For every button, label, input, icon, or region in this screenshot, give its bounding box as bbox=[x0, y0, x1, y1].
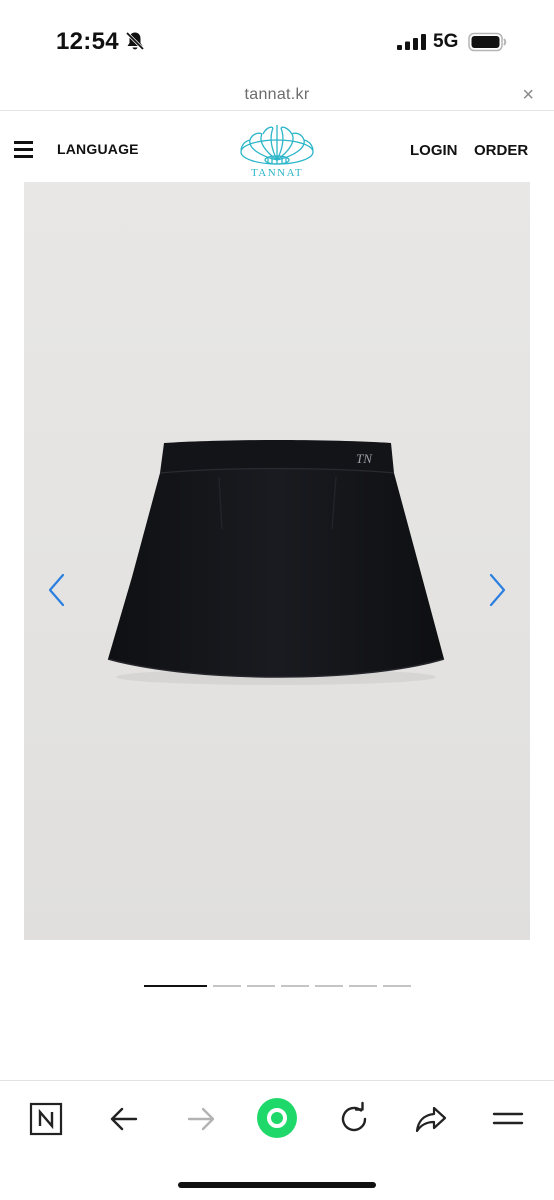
share-icon[interactable] bbox=[411, 1099, 451, 1139]
chevron-left-icon[interactable] bbox=[44, 572, 68, 608]
url-bar[interactable]: tannat.kr × bbox=[0, 80, 554, 111]
site-header: LANGUAGE TANNAT LOGIN ORDER bbox=[0, 111, 554, 182]
page-indicator-3[interactable] bbox=[247, 985, 275, 987]
battery-icon bbox=[468, 32, 507, 52]
logo-text: TANNAT bbox=[250, 167, 304, 179]
green-home-icon[interactable] bbox=[256, 1097, 298, 1139]
black-mini-skirt-image: TN bbox=[107, 440, 445, 685]
language-link[interactable]: LANGUAGE bbox=[57, 141, 139, 157]
browser-toolbar bbox=[0, 1080, 554, 1200]
forward-arrow-icon[interactable] bbox=[181, 1099, 221, 1139]
back-arrow-icon[interactable] bbox=[104, 1099, 144, 1139]
hamburger-menu-icon[interactable] bbox=[14, 141, 34, 158]
signal-icon bbox=[397, 34, 426, 50]
page-indicator-7[interactable] bbox=[383, 985, 411, 987]
page-indicator-1[interactable] bbox=[144, 985, 207, 987]
url-text[interactable]: tannat.kr bbox=[0, 86, 554, 104]
page-indicator-6[interactable] bbox=[349, 985, 377, 987]
tannat-logo[interactable]: TANNAT bbox=[236, 122, 318, 180]
status-bar: 12:54 5G bbox=[0, 0, 554, 80]
svg-text:TN: TN bbox=[356, 451, 373, 466]
shell-logo-icon bbox=[240, 125, 314, 165]
order-link[interactable]: ORDER bbox=[474, 142, 528, 159]
page-indicator-4[interactable] bbox=[281, 985, 309, 987]
chevron-right-icon[interactable] bbox=[486, 572, 510, 608]
network-label: 5G bbox=[433, 31, 459, 52]
login-link[interactable]: LOGIN bbox=[410, 142, 458, 159]
close-icon[interactable]: × bbox=[522, 84, 534, 107]
page-indicator-5[interactable] bbox=[315, 985, 343, 987]
page-indicator-2[interactable] bbox=[213, 985, 241, 987]
bell-slash-icon bbox=[125, 31, 145, 51]
menu-lines-icon[interactable] bbox=[488, 1099, 528, 1139]
product-image[interactable]: TN bbox=[24, 182, 530, 940]
reload-icon[interactable] bbox=[334, 1099, 374, 1139]
home-indicator[interactable] bbox=[178, 1182, 376, 1188]
naver-n-icon[interactable] bbox=[26, 1099, 66, 1139]
status-time: 12:54 bbox=[56, 28, 119, 55]
